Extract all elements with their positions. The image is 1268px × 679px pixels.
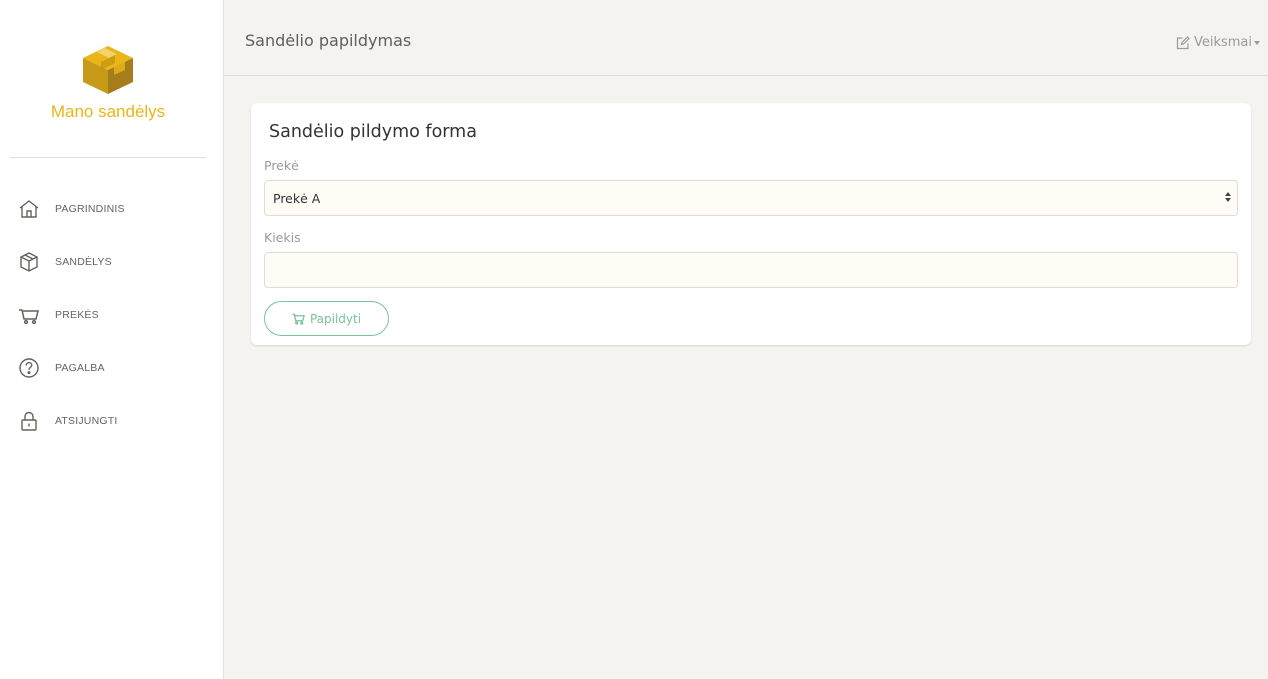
brand-name: Mano sandėlys bbox=[50, 102, 166, 121]
product-label: Prekė bbox=[264, 158, 299, 173]
logo[interactable]: Mano sandėlys bbox=[0, 44, 216, 122]
sidebar-item-label: ATSIJUNGTI bbox=[55, 414, 118, 427]
quantity-input[interactable] bbox=[264, 252, 1238, 288]
form-title: Sandėlio pildymo forma bbox=[269, 122, 477, 142]
box-logo-icon bbox=[83, 46, 133, 94]
papildyti-button[interactable]: Papildyti bbox=[264, 301, 389, 336]
papildyti-label: Papildyti bbox=[309, 311, 362, 326]
chevron-down-icon bbox=[1254, 40, 1260, 45]
sidebar-nav: PAGRINDINIS SANDĖLYS PREKĖS PAGALBA ATSI… bbox=[0, 182, 224, 447]
sidebar-item-sandelys[interactable]: SANDĖLYS bbox=[0, 235, 224, 288]
sidebar-divider bbox=[10, 157, 206, 158]
sidebar-item-pagalba[interactable]: PAGALBA bbox=[0, 341, 224, 394]
sidebar-item-label: PREKĖS bbox=[55, 308, 99, 321]
sidebar-item-atsijungti[interactable]: ATSIJUNGTI bbox=[0, 394, 224, 447]
actions-label: Veiksmai bbox=[1193, 35, 1252, 50]
topbar: Sandėlio papildymas Veiksmai bbox=[224, 9, 1268, 76]
sidebar-item-prekes[interactable]: PREKĖS bbox=[0, 288, 224, 341]
product-select-value: Prekė A bbox=[273, 190, 321, 206]
box-icon bbox=[18, 251, 40, 273]
actions-dropdown[interactable]: Veiksmai bbox=[1176, 35, 1260, 50]
help-icon bbox=[18, 357, 40, 379]
quantity-label: Kiekis bbox=[264, 230, 301, 245]
product-select[interactable]: Prekė A bbox=[264, 180, 1238, 216]
lock-icon bbox=[18, 410, 40, 432]
page-title: Sandėlio papildymas bbox=[245, 31, 412, 50]
sidebar: Mano sandėlys PAGRINDINIS SANDĖLYS PREKĖ… bbox=[0, 0, 224, 679]
home-icon bbox=[18, 198, 40, 220]
sidebar-item-label: PAGALBA bbox=[55, 361, 105, 374]
sidebar-item-label: PAGRINDINIS bbox=[55, 202, 125, 215]
cart-icon bbox=[292, 312, 305, 325]
select-arrows-icon bbox=[1225, 192, 1231, 202]
refill-form-card: Sandėlio pildymo forma Prekė Prekė A Kie… bbox=[251, 103, 1251, 345]
cart-icon bbox=[18, 304, 40, 326]
sidebar-item-pagrindinis[interactable]: PAGRINDINIS bbox=[0, 182, 224, 235]
edit-icon bbox=[1176, 35, 1190, 50]
sidebar-item-label: SANDĖLYS bbox=[55, 255, 112, 268]
